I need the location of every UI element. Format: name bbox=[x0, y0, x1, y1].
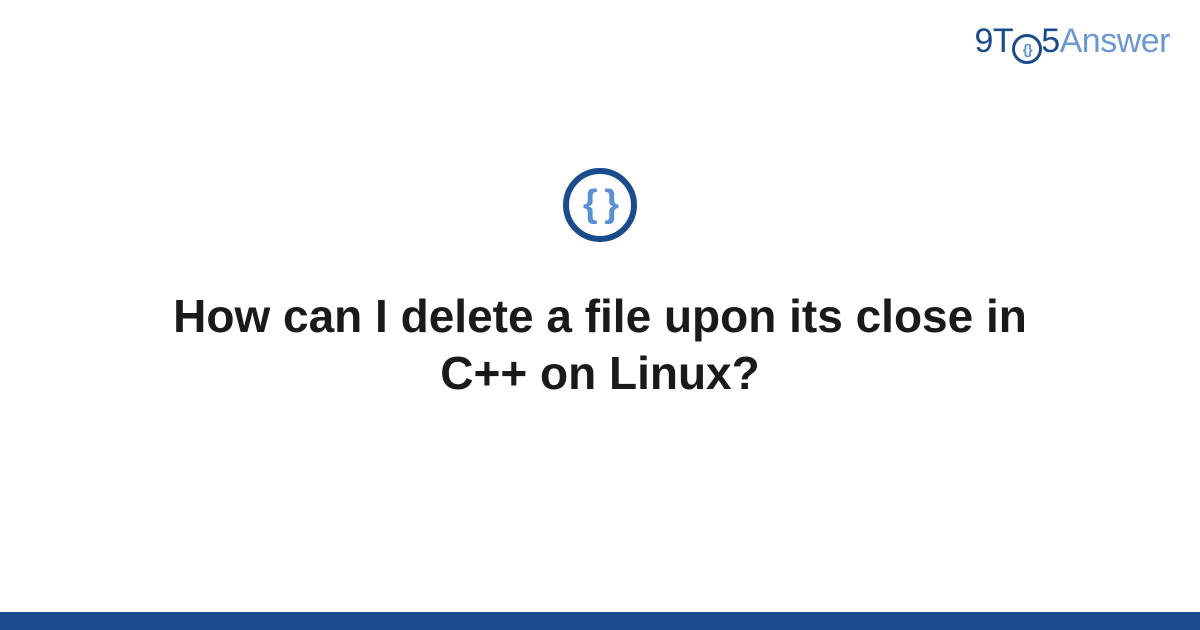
footer-accent-bar bbox=[0, 612, 1200, 630]
question-title: How can I delete a file upon its close i… bbox=[150, 288, 1050, 403]
category-icon-circle: { } bbox=[563, 168, 637, 242]
main-content: { } How can I delete a file upon its clo… bbox=[0, 0, 1200, 630]
code-braces-icon: { } bbox=[583, 183, 617, 226]
